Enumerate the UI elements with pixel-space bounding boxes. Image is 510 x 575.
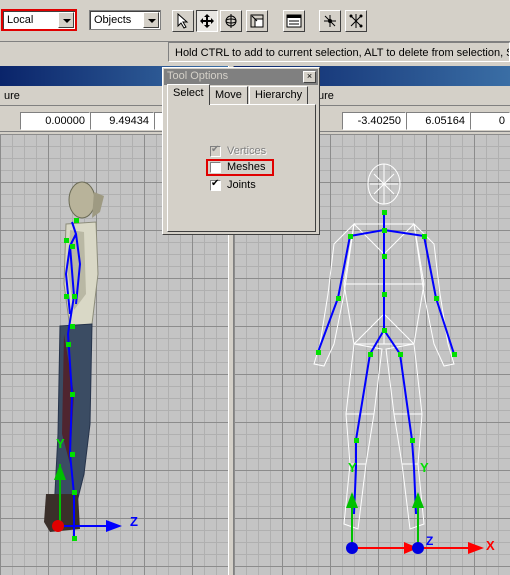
vertices-label: Vertices bbox=[227, 145, 267, 157]
axis-y-label: Y bbox=[56, 436, 65, 451]
meshes-label: Meshes bbox=[227, 161, 266, 173]
axis-y-label-2: Y bbox=[420, 460, 429, 475]
selection-mode-value: Objects bbox=[94, 14, 132, 26]
vertices-checkbox[interactable] bbox=[210, 144, 221, 157]
tab-hierarchy[interactable]: Hierarchy bbox=[249, 86, 309, 104]
rotate-icon bbox=[225, 14, 237, 28]
right-coord-z[interactable]: 0 bbox=[470, 112, 510, 130]
move-tool-button[interactable] bbox=[196, 10, 218, 32]
select-arrow-icon bbox=[177, 13, 189, 29]
tool-options-dialog: Tool Options × Select Move Hierarchy Ver… bbox=[162, 67, 320, 235]
select-tool-button[interactable] bbox=[172, 10, 194, 32]
right-coord-y[interactable]: 6.05164 bbox=[406, 112, 470, 130]
move-icon bbox=[200, 14, 214, 28]
right-viewport-menu-label[interactable]: ure bbox=[318, 90, 334, 102]
select-tab-panel: Vertices Meshes Joints bbox=[167, 104, 316, 232]
scale-tool-button[interactable] bbox=[246, 10, 268, 32]
dialog-title: Tool Options bbox=[167, 70, 229, 82]
tab-select[interactable]: Select bbox=[167, 84, 210, 105]
joint-icon bbox=[324, 15, 336, 27]
axis-y-label: Y bbox=[348, 460, 357, 475]
right-coord-x[interactable]: -3.40250 bbox=[342, 112, 406, 130]
tab-move[interactable]: Move bbox=[209, 86, 248, 104]
joints-tool-button[interactable] bbox=[345, 10, 367, 32]
window-tool-button[interactable] bbox=[283, 10, 305, 32]
model-face bbox=[92, 192, 104, 218]
status-message: Hold CTRL to add to current selection, A… bbox=[168, 42, 510, 62]
chevron-down-icon[interactable] bbox=[143, 12, 159, 28]
joints-label: Joints bbox=[227, 179, 256, 191]
joint-tool-button[interactable] bbox=[319, 10, 341, 32]
gizmo-axes[interactable] bbox=[346, 492, 484, 554]
main-toolbar: Local Objects bbox=[0, 0, 510, 42]
axis-z-label: Z bbox=[130, 514, 138, 529]
joints-option[interactable]: Joints bbox=[210, 178, 290, 193]
left-coord-x[interactable]: 0.00000 bbox=[20, 112, 90, 130]
coord-mode-dropdown[interactable]: Local bbox=[1, 9, 77, 31]
meshes-option[interactable]: Meshes bbox=[206, 159, 274, 176]
axis-z-label: Z bbox=[426, 534, 434, 548]
chevron-down-icon[interactable] bbox=[58, 12, 74, 28]
toolbar-spacer bbox=[0, 42, 168, 64]
model-head bbox=[68, 181, 96, 219]
left-coord-y[interactable]: 9.49434 bbox=[90, 112, 154, 130]
rotate-tool-button[interactable] bbox=[220, 10, 242, 32]
meshes-checkbox[interactable] bbox=[210, 162, 221, 173]
joints-checkbox[interactable] bbox=[210, 178, 221, 191]
dialog-titlebar[interactable]: Tool Options × bbox=[164, 69, 318, 85]
selection-mode-dropdown[interactable]: Objects bbox=[89, 10, 161, 30]
window-icon bbox=[286, 14, 302, 28]
left-viewport-menu-label[interactable]: ure bbox=[4, 90, 20, 102]
coord-mode-value: Local bbox=[7, 14, 34, 26]
axis-x-label: X bbox=[486, 538, 495, 553]
close-icon[interactable]: × bbox=[303, 71, 316, 83]
vertices-option[interactable]: Vertices bbox=[210, 144, 290, 159]
scale-icon bbox=[250, 14, 264, 28]
joints-icon bbox=[349, 14, 363, 28]
